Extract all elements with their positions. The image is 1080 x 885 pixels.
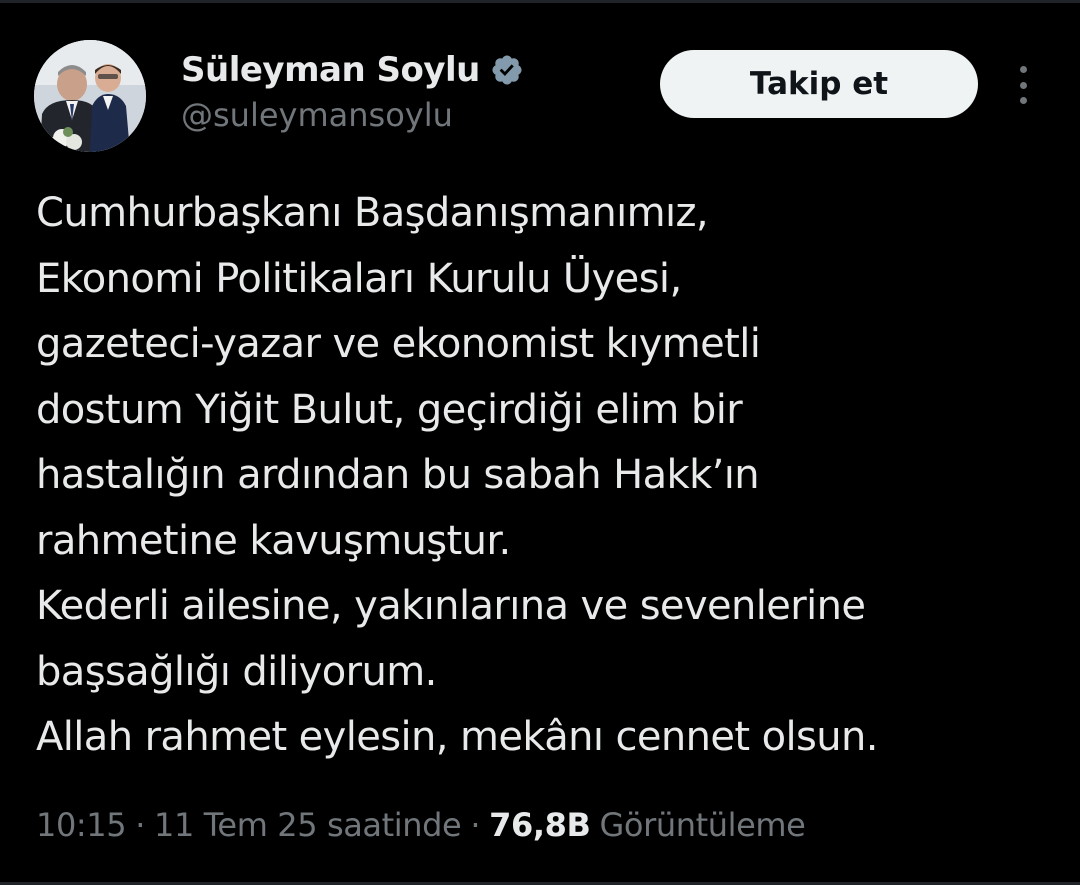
tweet-line: rahmetine kavuşmuştur.: [36, 517, 511, 564]
tweet-line: başsağlığı diliyorum.: [36, 648, 437, 695]
tweet-line: dostum Yiğit Bulut, geçirdiği elim bir: [36, 386, 743, 433]
profile-photo-icon: [34, 40, 146, 152]
tweet-time[interactable]: 10:15: [36, 806, 127, 844]
views-label[interactable]: Görüntüleme: [600, 806, 806, 844]
tweet-line: Ekonomi Politikaları Kurulu Üyesi,: [36, 255, 682, 302]
author-display-name[interactable]: Süleyman Soylu: [181, 50, 480, 90]
tweet-meta: 10:15 · 11 Tem 25 saatinde · 76,8B Görün…: [36, 802, 806, 848]
more-options-icon[interactable]: [1006, 62, 1040, 108]
tweet-line: hastalığın ardından bu sabah Hakk’ın: [36, 452, 760, 498]
tweet-line: Allah rahmet eylesin, mekânı cennet olsu…: [36, 714, 878, 760]
views-count[interactable]: 76,8B: [489, 806, 591, 844]
meta-separator: ·: [470, 806, 481, 844]
verified-badge-icon[interactable]: [490, 53, 524, 87]
tweet-line: gazeteci-yazar ve ekonomist kıymetli: [36, 321, 761, 367]
tweet-date[interactable]: 11 Tem 25 saatinde: [154, 806, 462, 844]
meta-separator: ·: [135, 806, 146, 844]
author-avatar[interactable]: [34, 40, 146, 152]
tweet-line: Kederli ailesine, yakınlarına ve sevenle…: [36, 583, 866, 629]
tweet-line: Cumhurbaşkanı Başdanışmanımız,: [36, 190, 709, 236]
follow-button[interactable]: Takip et: [660, 50, 978, 118]
more-dot: [1019, 97, 1027, 104]
author-name-row: Süleyman Soylu: [181, 48, 524, 92]
more-dot: [1019, 81, 1027, 89]
top-divider: [0, 0, 1080, 3]
author-handle[interactable]: @suleymansoylu: [181, 96, 453, 134]
tweet-text: Cumhurbaşkanı Başdanışmanımız, Ekonomi P…: [36, 181, 1046, 771]
more-dot: [1019, 66, 1027, 73]
